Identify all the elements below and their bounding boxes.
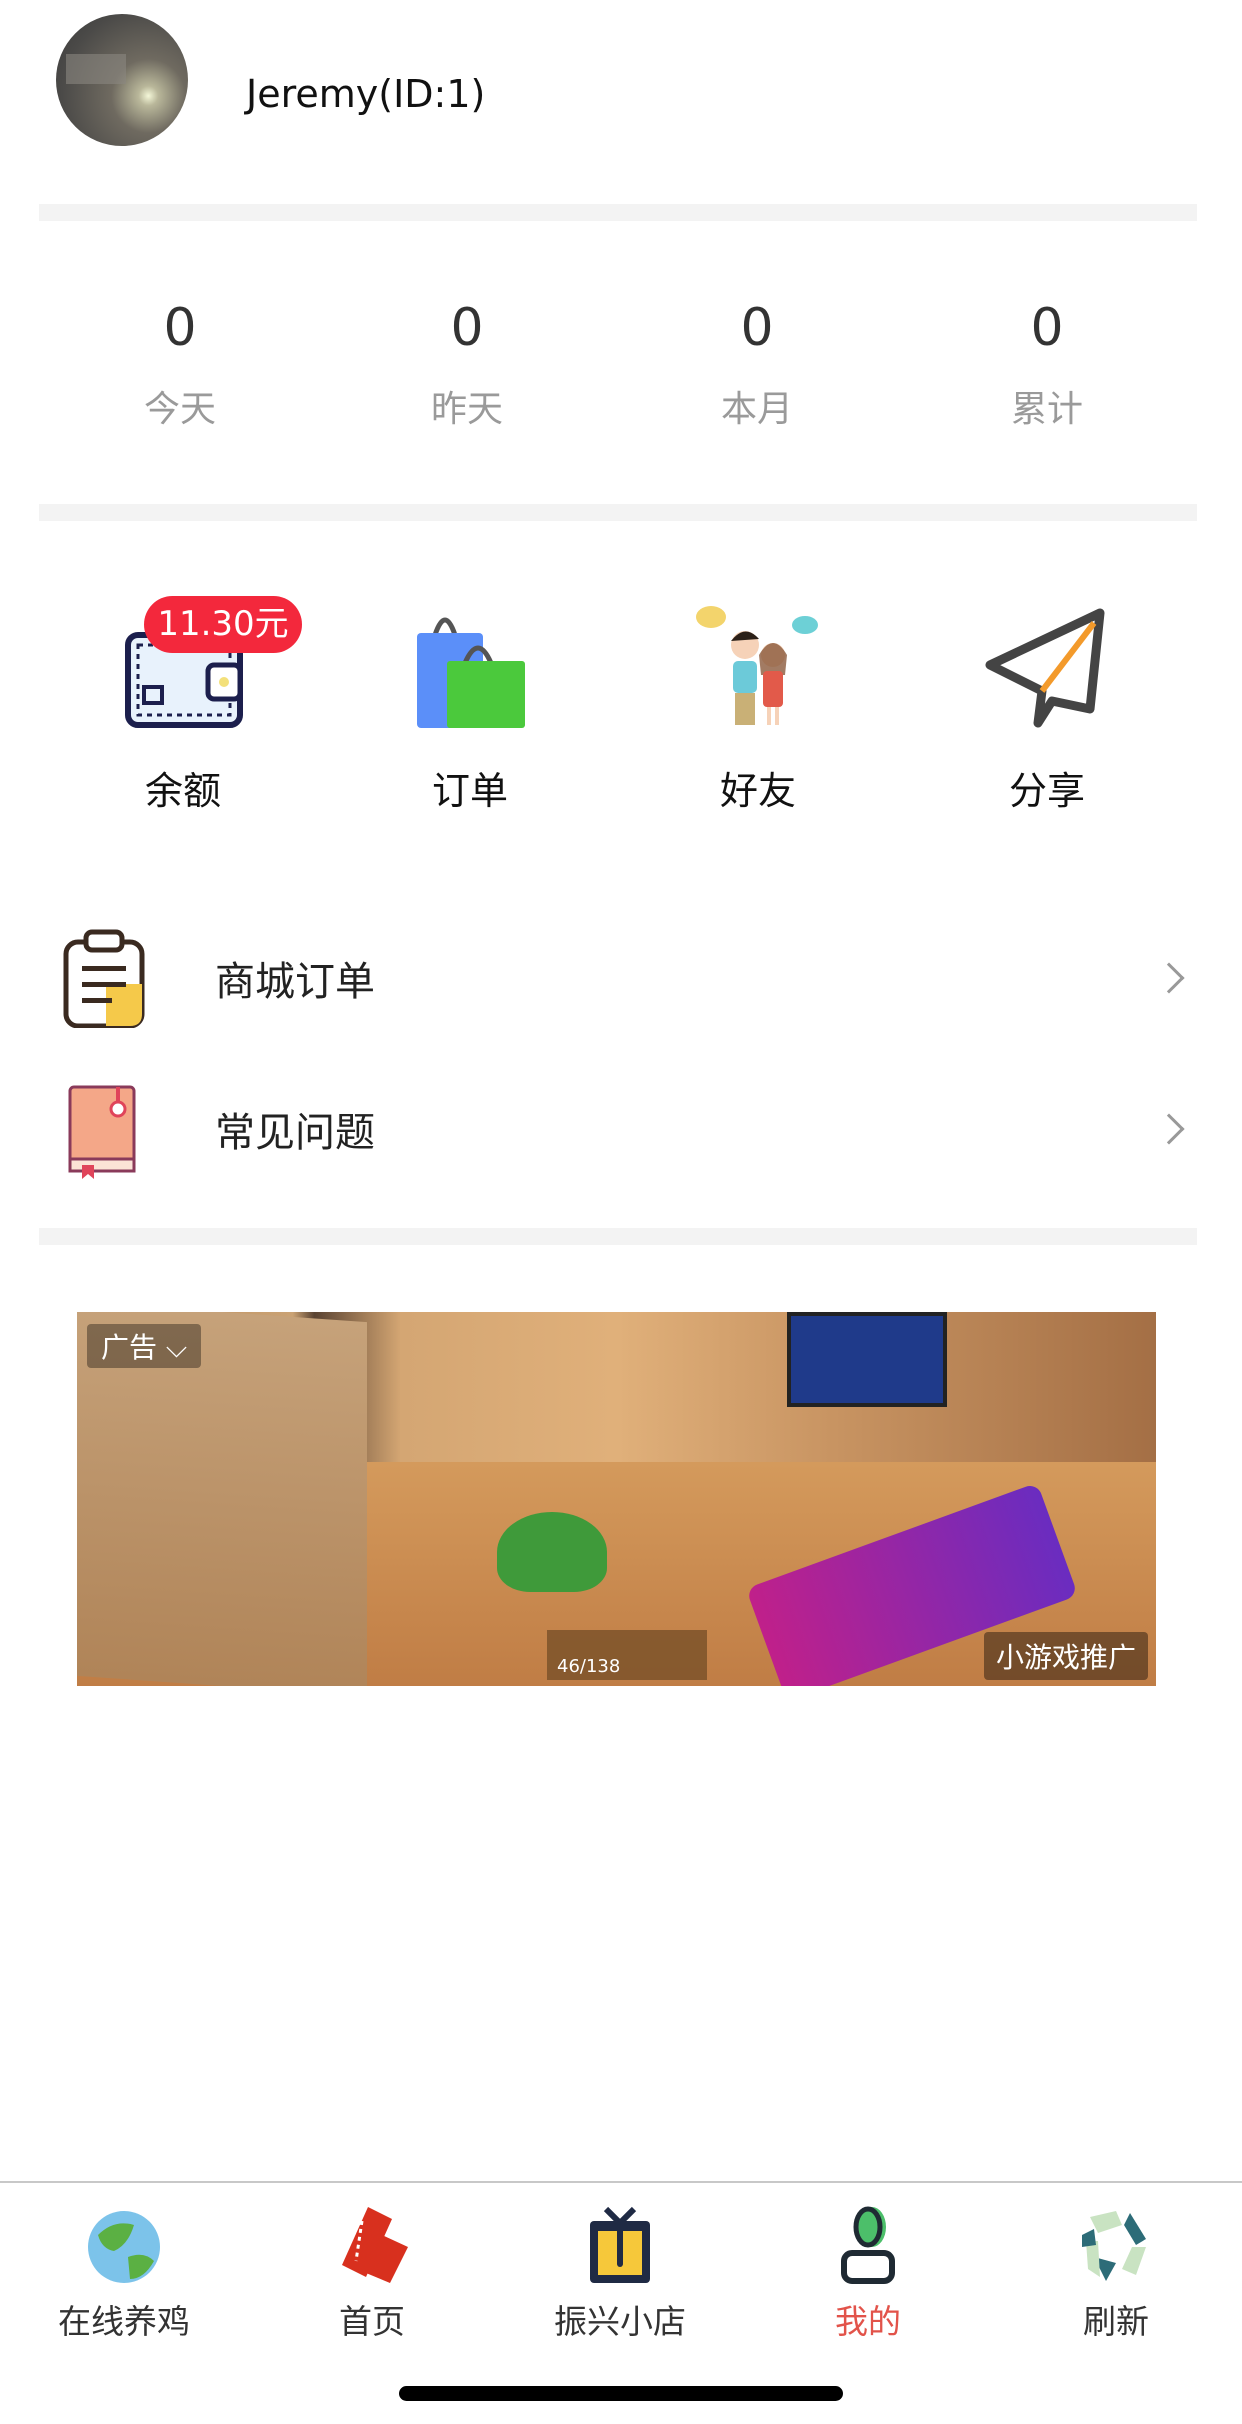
tab-label: 刷新 [1083,2302,1149,2341]
ticket-icon [332,2205,412,2285]
recycle-icon [1076,2205,1156,2285]
book-icon [62,1079,146,1179]
clipboard-icon [62,928,146,1029]
ad-source: 小游戏推广 [983,1632,1148,1680]
stat-label: 今天 [143,389,216,430]
tab-shop[interactable]: 振兴小店 [496,2205,744,2343]
menu-item-faq[interactable]: 常见问题 [0,1059,1242,1199]
feature-share[interactable]: 分享 [927,605,1167,815]
tab-home[interactable]: 首页 [248,2205,496,2343]
ad-image-wall [77,1312,367,1686]
stat-value: 0 [163,298,197,358]
feature-label: 余额 [144,769,221,813]
friends-icon [693,605,823,730]
ad-banner[interactable]: 46/138 广告 ⌵ 小游戏推广 [77,1312,1156,1686]
avatar[interactable] [56,14,188,146]
tab-label: 振兴小店 [554,2302,686,2341]
stat-label: 累计 [1010,389,1083,430]
feature-label: 订单 [431,769,508,813]
tab-label: 我的 [835,2302,901,2341]
chevron-right-icon [1153,1113,1185,1145]
paper-plane-icon [982,605,1112,730]
shopping-bag-icon [405,605,535,730]
menu-item-label: 常见问题 [215,1110,375,1156]
feature-friends[interactable]: 好友 [638,605,878,815]
stat-value: 0 [450,298,484,358]
ad-hud-ammo: 46/138 [547,1630,707,1680]
stat-yesterday: 0 昨天 [322,298,612,432]
stat-label: 昨天 [430,389,503,430]
feature-label: 分享 [1008,769,1085,813]
ad-tag-label: 广告 [101,1331,158,1364]
stat-value: 0 [1030,298,1064,358]
stat-month: 0 本月 [612,298,902,432]
feature-label: 好友 [719,769,796,813]
tv-shop-icon [580,2205,660,2285]
stat-label: 本月 [720,389,793,430]
globe-icon [84,2205,164,2285]
ad-image-screen [787,1312,947,1407]
tab-chicken[interactable]: 在线养鸡 [0,2205,248,2343]
stat-total: 0 累计 [902,298,1192,432]
divider [39,504,1197,521]
tab-mine[interactable]: 我的 [744,2205,992,2343]
ad-image-helmet [497,1512,607,1592]
menu-item-mall-orders[interactable]: 商城订单 [0,908,1242,1048]
tab-label: 在线养鸡 [58,2302,190,2341]
tab-label: 首页 [339,2302,405,2341]
ad-tag[interactable]: 广告 ⌵ [87,1324,202,1368]
stat-today: 0 今天 [35,298,325,432]
user-name: Jeremy(ID:1) [246,72,486,116]
divider [39,1228,1197,1245]
menu-item-label: 商城订单 [215,959,375,1005]
user-icon [828,2205,908,2285]
feature-orders[interactable]: 订单 [350,605,590,815]
balance-badge: 11.30元 [144,596,302,653]
tab-refresh[interactable]: 刷新 [992,2205,1240,2343]
chevron-right-icon [1153,962,1185,994]
divider [39,204,1197,221]
home-indicator[interactable] [399,2386,843,2401]
stat-value: 0 [740,298,774,358]
